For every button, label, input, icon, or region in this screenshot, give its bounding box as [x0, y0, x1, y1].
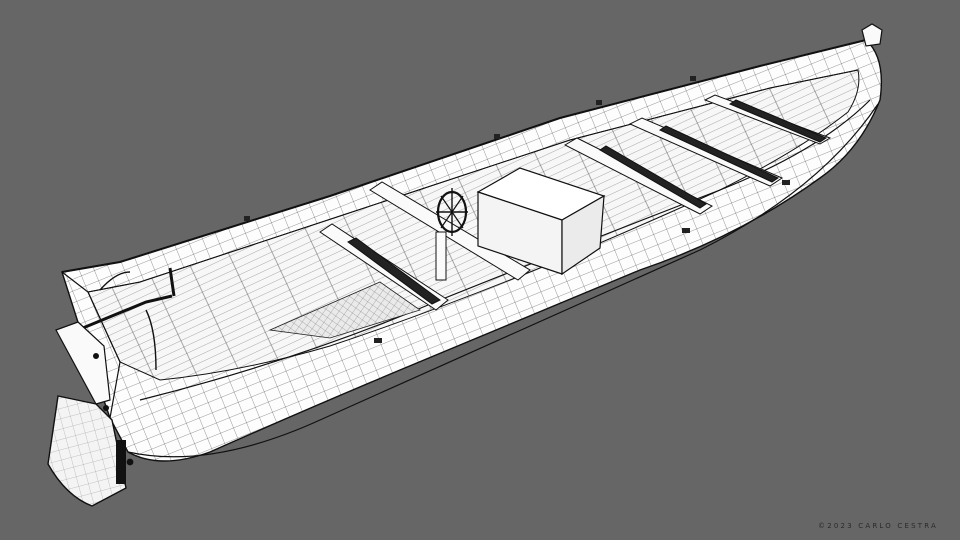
copyright-credit: ©2023 CARLO CESTRA	[818, 522, 938, 530]
boat-render	[47, 23, 883, 507]
bow-stem	[861, 23, 883, 47]
